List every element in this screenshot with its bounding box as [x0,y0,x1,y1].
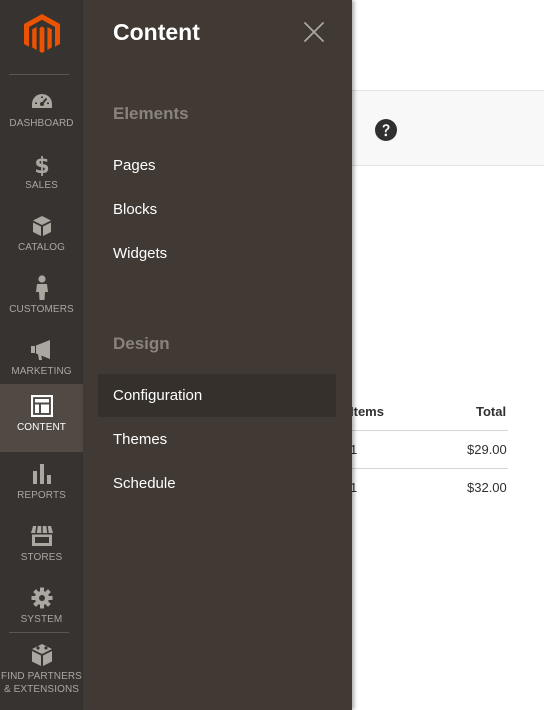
sidebar-item-marketing[interactable]: MARKETING [0,328,83,390]
sidebar-item-stores[interactable]: STORES [0,514,83,576]
sidebar-item-content[interactable]: CONTENT [0,384,83,452]
bar-chart-icon [30,462,54,486]
dashboard-icon [30,90,54,114]
close-icon[interactable] [302,20,326,44]
menu-item-configuration[interactable]: Configuration [98,374,336,417]
content-layout-icon [30,394,54,418]
sidebar-item-label: REPORTS [17,490,66,501]
store-icon [30,524,54,548]
table-row-divider [352,430,508,431]
sidebar-item-reports[interactable]: REPORTS [0,452,83,514]
extensions-blocks-icon [30,643,54,667]
sidebar-item-label: SYSTEM [20,614,63,625]
sidebar-divider [9,632,69,633]
menu-item-themes[interactable]: Themes [98,418,336,461]
dollar-icon: $ [30,152,54,176]
svg-text:$: $ [34,154,49,176]
sidebar-item-system[interactable]: SYSTEM [0,576,83,638]
sidebar-item-catalog[interactable]: CATALOG [0,204,83,266]
menu-item-blocks[interactable]: Blocks [98,188,336,231]
menu-item-schedule[interactable]: Schedule [98,462,336,505]
sidebar-item-label: MARKETING [11,366,72,377]
table-cell-total: $32.00 [467,480,507,495]
admin-sidebar: DASHBOARD $ SALES CATALOG CUSTOMERS MARK… [0,0,83,710]
section-title-elements: Elements [113,104,189,123]
sidebar-item-label: SALES [25,180,58,191]
sidebar-item-label: CUSTOMERS [9,304,74,315]
table-cell-total: $29.00 [467,442,507,457]
content-flyout-menu: Content Elements Pages Blocks Widgets De… [83,0,352,710]
sidebar-item-label: CONTENT [16,422,67,433]
table-row-divider [352,468,508,469]
help-question-icon[interactable] [375,119,397,141]
customer-person-icon [30,275,54,300]
magento-logo[interactable] [0,0,83,68]
sidebar-item-dashboard[interactable]: DASHBOARD [0,80,83,142]
sidebar-divider [9,74,69,75]
table-header-total[interactable]: Total [476,404,506,419]
sidebar-item-customers[interactable]: CUSTOMERS [0,266,83,328]
sidebar-item-label-line2: & EXTENSIONS [3,684,80,695]
sidebar-item-label: DASHBOARD [9,118,74,129]
menu-item-pages[interactable]: Pages [98,144,336,187]
sidebar-item-label: CATALOG [17,242,65,253]
megaphone-icon [30,338,54,362]
table-header-items[interactable]: Items [350,404,384,419]
flyout-title: Content [113,19,200,45]
gear-icon [30,586,54,610]
sidebar-item-find-partners-extensions[interactable]: FIND PARTNERS & EXTENSIONS [0,637,83,710]
catalog-box-icon [30,214,54,238]
sidebar-item-label-line1: FIND PARTNERS [1,671,82,682]
menu-item-widgets[interactable]: Widgets [98,232,336,275]
section-title-design: Design [113,334,170,353]
sidebar-item-label: STORES [20,552,63,563]
sidebar-item-sales[interactable]: $ SALES [0,142,83,204]
